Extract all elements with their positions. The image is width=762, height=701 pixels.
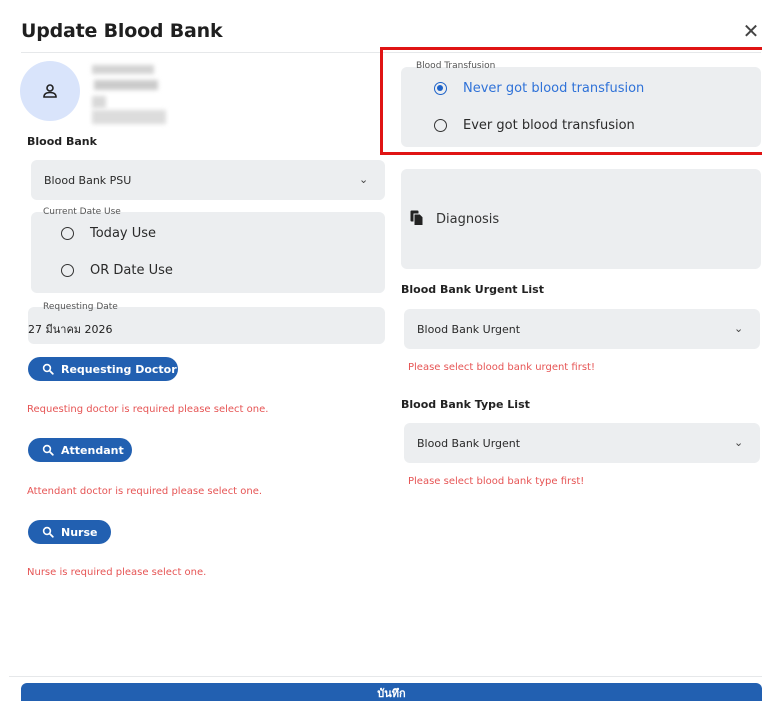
requesting-date-legend: Requesting Date (43, 302, 118, 312)
close-icon[interactable]: ✕ (742, 20, 760, 42)
nurse-button-label: Nurse (61, 525, 98, 539)
dialog-title: Update Blood Bank (21, 20, 223, 42)
highlight-box (380, 47, 762, 155)
radio-circle-icon (61, 227, 74, 240)
chevron-down-icon: ⌄ (359, 173, 369, 186)
diagnosis-field[interactable]: Diagnosis (401, 169, 761, 269)
chevron-down-icon: ⌄ (734, 322, 744, 335)
blood-bank-select-value: Blood Bank PSU (44, 174, 132, 187)
urgent-list-label: Blood Bank Urgent List (401, 283, 544, 296)
requesting-date-field[interactable]: Requesting Date 27 มีนาคม 2026 (28, 302, 385, 344)
requesting-doctor-button-label: Requesting Doctor (61, 362, 177, 376)
attendant-error: Attendant doctor is required please sele… (27, 486, 263, 497)
radio-or-date-use[interactable]: OR Date Use (61, 263, 173, 278)
search-icon (42, 526, 54, 538)
avatar (20, 61, 80, 121)
search-icon (42, 363, 54, 375)
radio-label: OR Date Use (90, 263, 173, 278)
patient-info-redacted (92, 96, 106, 108)
current-date-use-legend: Current Date Use (43, 207, 121, 217)
nurse-error: Nurse is required please select one. (27, 567, 207, 578)
person-icon (43, 84, 57, 98)
chevron-down-icon: ⌄ (734, 436, 744, 449)
attendant-button[interactable]: Attendant (28, 438, 132, 462)
current-date-use-group: Current Date Use (31, 207, 385, 293)
type-select[interactable]: Blood Bank Urgent ⌄ (404, 423, 760, 463)
urgent-select-value: Blood Bank Urgent (417, 323, 521, 336)
copy-icon (410, 210, 424, 226)
type-list-label: Blood Bank Type List (401, 398, 530, 411)
radio-label: Today Use (90, 226, 157, 241)
radio-today-use[interactable]: Today Use (61, 226, 156, 241)
urgent-error: Please select blood bank urgent first! (408, 362, 595, 373)
diagnosis-label: Diagnosis (436, 212, 500, 227)
patient-info-redacted (92, 110, 166, 124)
save-button[interactable]: บันทึก (21, 683, 762, 701)
patient-info-redacted (94, 80, 158, 90)
patient-info-redacted (92, 65, 154, 74)
requesting-doctor-button[interactable]: Requesting Doctor (28, 357, 178, 381)
update-blood-bank-dialog: Update Blood Bank ✕ Blood Bank Blood Ban… (0, 0, 762, 701)
type-error: Please select blood bank type first! (408, 476, 585, 487)
type-select-value: Blood Bank Urgent (417, 437, 521, 450)
blood-bank-label: Blood Bank (27, 135, 97, 148)
footer-divider (9, 676, 762, 677)
nurse-button[interactable]: Nurse (28, 520, 111, 544)
attendant-button-label: Attendant (61, 443, 124, 457)
radio-circle-icon (61, 264, 74, 277)
requesting-doctor-error: Requesting doctor is required please sel… (27, 404, 269, 415)
search-icon (42, 444, 54, 456)
requesting-date-value: 27 มีนาคม 2026 (28, 323, 113, 336)
blood-bank-select[interactable]: Blood Bank PSU ⌄ (31, 160, 385, 200)
urgent-select[interactable]: Blood Bank Urgent ⌄ (404, 309, 760, 349)
